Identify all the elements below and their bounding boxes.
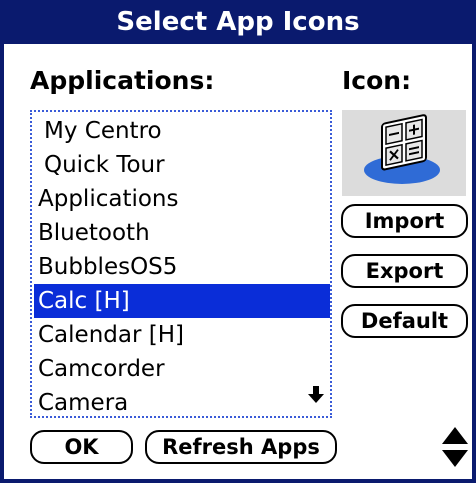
list-item-selected[interactable]: Calc [H]	[34, 284, 330, 318]
icon-heading: Icon:	[342, 66, 412, 95]
window-title: Select App Icons	[0, 0, 476, 44]
list-item[interactable]: Applications	[34, 182, 330, 216]
calculator-icon	[364, 114, 440, 184]
applications-list[interactable]: My Centro Quick Tour Applications Blueto…	[30, 110, 332, 418]
default-button[interactable]: Default	[341, 304, 468, 338]
list-item[interactable]: Camcorder	[34, 352, 330, 386]
export-button[interactable]: Export	[341, 254, 468, 288]
up-down-arrows-icon[interactable]	[440, 425, 470, 469]
list-item[interactable]: My Centro	[34, 114, 330, 148]
list-item[interactable]: Quick Tour	[34, 148, 330, 182]
list-item[interactable]: Calendar [H]	[34, 318, 330, 352]
list-item[interactable]: BubblesOS5	[34, 250, 330, 284]
refresh-apps-button[interactable]: Refresh Apps	[145, 430, 337, 464]
import-button[interactable]: Import	[341, 204, 468, 238]
scroll-down-arrow-icon[interactable]	[306, 384, 326, 404]
icon-preview	[342, 110, 466, 196]
ok-button[interactable]: OK	[30, 430, 133, 464]
applications-heading: Applications:	[30, 66, 215, 95]
list-item[interactable]: Camera	[34, 386, 330, 416]
list-item[interactable]: Bluetooth	[34, 216, 330, 250]
